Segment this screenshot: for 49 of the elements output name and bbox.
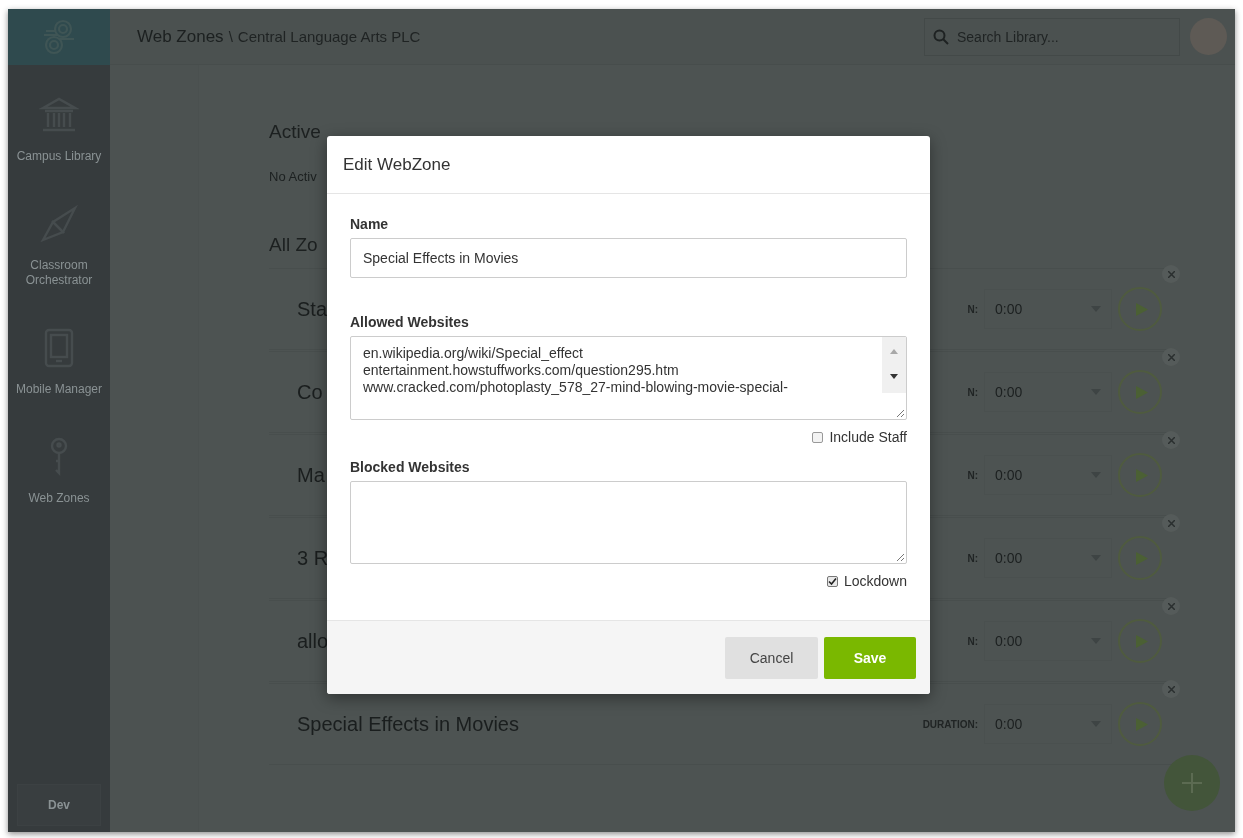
play-icon	[1135, 302, 1148, 316]
close-icon	[1167, 685, 1175, 693]
play-button[interactable]	[1118, 536, 1162, 580]
field-label: Blocked Websites	[350, 459, 471, 475]
sidebar-item[interactable]: Classroom Orchestrator	[14, 258, 104, 288]
resize-grip-icon[interactable]	[896, 553, 904, 561]
close-icon	[1167, 353, 1175, 361]
include-staff-checkbox[interactable]	[812, 431, 824, 443]
play-icon	[1135, 551, 1148, 565]
play-icon	[1135, 717, 1148, 731]
save-button[interactable]: Save	[824, 636, 916, 679]
play-icon	[1135, 385, 1148, 399]
sidebar-item[interactable]: Mobile Manager	[14, 382, 104, 397]
dialog-title: Edit WebZone	[343, 154, 451, 175]
field-label: Name	[350, 216, 390, 232]
play-button[interactable]	[1118, 619, 1162, 663]
close-icon	[1167, 436, 1175, 444]
dev-button[interactable]: Dev	[17, 784, 101, 826]
field-label: Allowed Websites	[350, 314, 470, 330]
checkbox-label: Lockdown	[843, 573, 907, 589]
plus-icon	[1182, 773, 1202, 793]
search-icon	[933, 28, 949, 45]
breadcrumb-separator: \	[228, 27, 233, 45]
scrollbar[interactable]	[882, 337, 906, 393]
remove-button[interactable]	[1162, 431, 1180, 449]
lockdown-checkbox[interactable]	[826, 575, 838, 587]
name-input[interactable]: Special Effects in Movies	[350, 238, 907, 278]
play-icon	[1135, 468, 1148, 482]
checkbox-label: Include Staff	[829, 429, 907, 445]
remove-button[interactable]	[1162, 597, 1180, 615]
play-button[interactable]	[1118, 287, 1162, 331]
close-icon	[1167, 270, 1175, 278]
scroll-up-icon[interactable]	[890, 349, 898, 354]
scroll-down-icon[interactable]	[890, 374, 898, 379]
close-icon	[1167, 519, 1175, 527]
sidebar-item[interactable]: Campus Library	[14, 149, 104, 164]
remove-button[interactable]	[1162, 680, 1180, 698]
remove-button[interactable]	[1162, 348, 1180, 366]
resize-grip-icon[interactable]	[896, 409, 904, 417]
play-button[interactable]	[1118, 702, 1162, 746]
remove-button[interactable]	[1162, 265, 1180, 283]
remove-button[interactable]	[1162, 514, 1180, 532]
play-button[interactable]	[1118, 453, 1162, 497]
cancel-button[interactable]: Cancel	[725, 636, 818, 679]
play-icon	[1135, 634, 1148, 648]
allowed-websites-textarea[interactable]: en.wikipedia.org/wiki/Special_effect entertainment.howstuffworks.com/question295.htm www.cracked.com/photoplasty_578_27-mind-blowing-movie-special-	[350, 336, 907, 420]
play-button[interactable]	[1118, 370, 1162, 414]
sidebar-item[interactable]: Web Zones	[14, 491, 104, 506]
close-icon	[1167, 602, 1175, 610]
